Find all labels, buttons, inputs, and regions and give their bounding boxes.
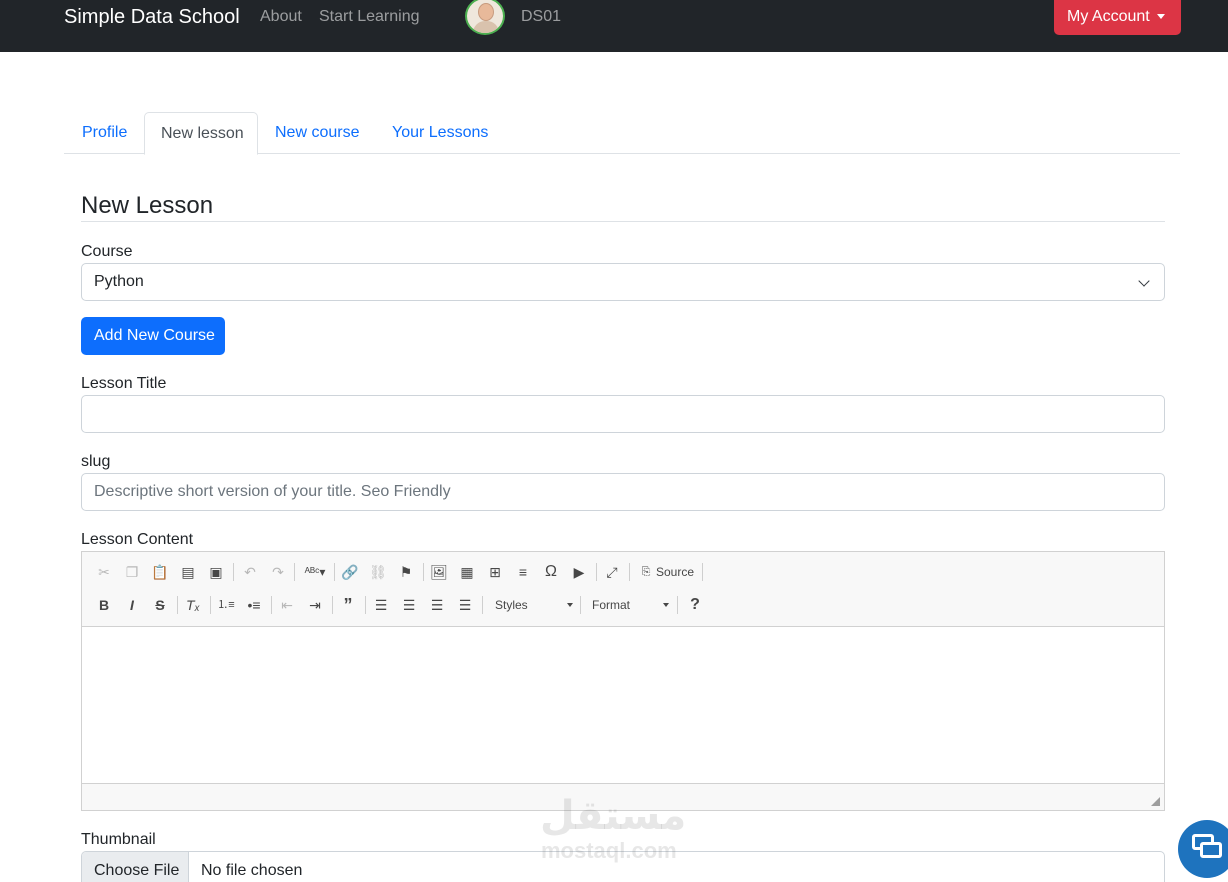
tab-your-lessons[interactable]: Your Lessons [392,112,488,154]
add-new-course-button[interactable]: Add New Course [81,317,225,355]
paste-text-icon[interactable]: ▤ [177,561,199,583]
numbered-list-icon[interactable]: ⒈≡ [215,594,237,616]
toolbar-separator [210,596,211,614]
my-account-label: My Account [1067,8,1150,25]
tab-profile[interactable]: Profile [82,112,127,154]
toolbar-separator [332,596,333,614]
unlink-icon[interactable]: ⛓ [367,561,389,583]
align-right-icon[interactable]: ☰ [426,594,448,616]
tab-new-lesson[interactable]: New lesson [144,112,258,155]
youtube-icon[interactable]: ▶ [568,561,590,583]
top-navbar: Simple Data School About Start Learning … [0,0,1228,52]
toolbar-separator [365,596,366,614]
format-label: Format [592,598,631,612]
italic-icon[interactable]: I [121,594,143,616]
caret-down-icon [1157,14,1165,19]
copy-icon[interactable]: ❐ [121,561,143,583]
table-icon[interactable]: ⊞ [484,561,506,583]
toolbar-separator [233,563,234,581]
chevron-down-icon [1138,275,1150,287]
chat-button[interactable] [1178,820,1228,878]
special-char-icon[interactable]: Ω [540,561,562,583]
indent-icon[interactable]: ⇥ [304,594,326,616]
outdent-icon[interactable]: ⇤ [276,594,298,616]
toolbar-separator [294,563,295,581]
chevron-down-icon [663,603,669,607]
paste-word-icon[interactable]: ▣ [205,561,227,583]
toolbar-separator [702,563,703,581]
lesson-title-input[interactable] [81,395,1165,433]
horizontal-rule-icon[interactable]: ≡ [512,561,534,583]
cut-icon[interactable]: ✂ [93,561,115,583]
resize-handle-icon[interactable] [1151,797,1160,806]
editor-toolbar: ✂ ❐ 📋 ▤ ▣ ↶ ↷ ᴬᴮᶜ▾ 🔗 ⛓ ⚑ 🖼 ▦ ⊞ ≡ Ω ▶ ⤢ ⎘… [82,552,1164,627]
tab-new-course[interactable]: New course [275,112,359,154]
course-selected-value: Python [94,273,144,290]
toolbar-separator [677,596,678,614]
source-icon[interactable]: ⎘ [635,561,657,583]
image-icon[interactable]: 🖼 [428,561,450,583]
toolbar-separator [334,563,335,581]
help-icon[interactable]: ? [684,594,706,616]
avatar[interactable] [465,0,505,35]
course-select[interactable]: Python [81,263,1165,301]
maximize-icon[interactable]: ⤢ [601,561,623,583]
format-dropdown[interactable]: Format [592,594,669,616]
watermark-arabic: مستقل [540,794,687,838]
anchor-icon[interactable]: ⚑ [395,561,417,583]
lesson-content-label: Lesson Content [81,531,194,548]
course-label: Course [81,243,133,260]
styles-dropdown[interactable]: Styles [495,594,573,616]
strike-icon[interactable]: S [149,594,171,616]
nav-start-learning-link[interactable]: Start Learning [319,8,420,26]
slug-input[interactable]: Descriptive short version of your title.… [81,473,1165,511]
align-center-icon[interactable]: ☰ [398,594,420,616]
bold-icon[interactable]: B [93,594,115,616]
undo-icon[interactable]: ↶ [239,561,261,583]
bulleted-list-icon[interactable]: •≡ [243,594,265,616]
toolbar-separator [596,563,597,581]
toolbar-separator [629,563,630,581]
paste-icon[interactable]: 📋 [149,561,171,583]
watermark-latin: mostaql.com [541,838,677,863]
slug-placeholder: Descriptive short version of your title.… [94,483,451,500]
slug-label: slug [81,453,111,470]
remove-format-icon[interactable]: Tₓ [182,594,204,616]
source-button[interactable]: Source [656,561,694,583]
brand-link[interactable]: Simple Data School [64,6,240,29]
chat-bubble-icon [1200,842,1222,858]
align-left-icon[interactable]: ☰ [370,594,392,616]
toolbar-separator [423,563,424,581]
file-status-text: No file chosen [201,862,303,879]
redo-icon[interactable]: ↷ [267,561,289,583]
justify-icon[interactable]: ☰ [454,594,476,616]
blockquote-icon[interactable]: ” [337,594,359,616]
styles-label: Styles [495,598,528,612]
toolbar-separator [271,596,272,614]
legend-divider [81,221,1165,222]
toolbar-separator [482,596,483,614]
choose-file-button[interactable]: Choose File [82,852,189,882]
chevron-down-icon [567,603,573,607]
avatar-head-icon [478,3,494,21]
thumbnail-label: Thumbnail [81,831,156,848]
spellcheck-icon[interactable]: ᴬᴮᶜ▾ [301,561,329,583]
form-legend: New Lesson [81,192,214,219]
editor-content-area[interactable] [82,627,1164,784]
my-account-dropdown-button[interactable]: My Account [1054,0,1181,35]
account-tabs: Profile New lesson New course Your Lesso… [64,112,1180,155]
nav-about-link[interactable]: About [260,8,302,26]
link-icon[interactable]: 🔗 [339,561,361,583]
username-label[interactable]: DS01 [521,8,561,26]
lesson-title-label: Lesson Title [81,375,167,392]
toolbar-separator [177,596,178,614]
toolbar-separator [580,596,581,614]
flash-icon[interactable]: ▦ [456,561,478,583]
rich-text-editor: ✂ ❐ 📋 ▤ ▣ ↶ ↷ ᴬᴮᶜ▾ 🔗 ⛓ ⚑ 🖼 ▦ ⊞ ≡ Ω ▶ ⤢ ⎘… [81,551,1165,811]
avatar-body-icon [473,21,499,33]
